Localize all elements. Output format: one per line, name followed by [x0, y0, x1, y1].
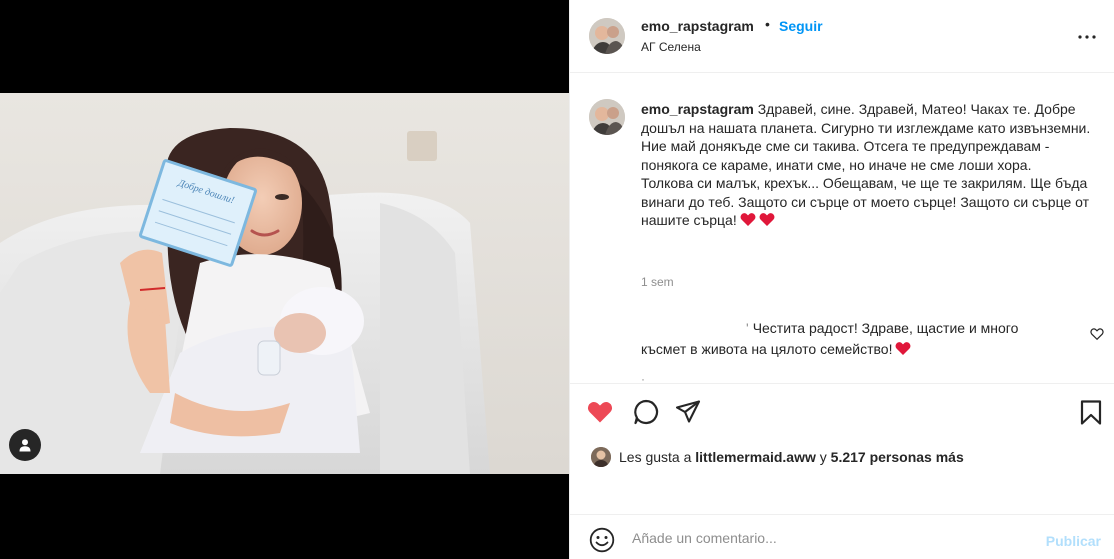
- heart-emoji-icon: [759, 213, 775, 226]
- like-button[interactable]: [586, 398, 614, 426]
- post-location[interactable]: АГ Селена: [641, 40, 701, 54]
- heart-emoji-icon: [740, 213, 756, 226]
- likes-connector: y: [819, 449, 827, 465]
- post-actions-bar: [570, 383, 1114, 439]
- comment-item: ' Честита радост! Здраве, щастие и много …: [641, 318, 1061, 360]
- share-button[interactable]: [674, 398, 702, 426]
- more-horizontal-icon: [1078, 35, 1096, 39]
- comments-section[interactable]: emo_rapstagram Здравей, сине. Здравей, М…: [570, 74, 1114, 382]
- likes-count-link[interactable]: 5.217 personas más: [831, 449, 964, 465]
- publish-button[interactable]: Publicar: [1046, 533, 1101, 549]
- post-sidebar: emo_rapstagram • Seguir АГ Селена emo_ra…: [569, 0, 1114, 559]
- post-author-username[interactable]: emo_rapstagram: [641, 18, 754, 34]
- caption-timestamp[interactable]: 1 sem: [641, 275, 674, 289]
- avatar[interactable]: [589, 18, 625, 54]
- liker-username[interactable]: littlemermaid.aww: [695, 449, 816, 465]
- user-tag-button[interactable]: [9, 429, 41, 461]
- likes-prefix: Les gusta a: [619, 449, 692, 465]
- user-tag-icon: [19, 439, 31, 452]
- comment-icon: [634, 399, 659, 425]
- save-button[interactable]: [1077, 398, 1105, 426]
- smiley-icon[interactable]: [589, 527, 615, 553]
- heart-filled-icon: [587, 401, 613, 423]
- send-icon: [675, 400, 701, 423]
- post-photo[interactable]: Добре дошли!: [0, 93, 569, 474]
- partially-hidden-comment: ·: [641, 372, 645, 382]
- add-comment-bar: Publicar: [570, 514, 1114, 559]
- likes-summary: Les gusta a littlemermaid.aww y 5.217 pe…: [591, 445, 964, 469]
- heart-outline-icon[interactable]: [1090, 327, 1104, 341]
- comment-button[interactable]: [632, 398, 660, 426]
- follow-button[interactable]: Seguir: [779, 18, 823, 34]
- heart-emoji-icon: [896, 342, 911, 355]
- caption-username[interactable]: emo_rapstagram: [641, 101, 754, 117]
- more-options-button[interactable]: [1077, 27, 1097, 47]
- liker-avatar[interactable]: [591, 447, 611, 467]
- bookmark-icon: [1080, 399, 1102, 425]
- comment-text: Честита радост! Здраве, щастие и много к…: [641, 320, 1019, 357]
- post-header: emo_rapstagram • Seguir АГ Селена: [570, 0, 1114, 73]
- caption-avatar[interactable]: [589, 99, 625, 135]
- post-media: Добре дошли!: [0, 0, 569, 559]
- separator-dot: •: [765, 16, 770, 32]
- caption-paragraph-2: Толкова си малък, крехък... Обещавам, че…: [641, 175, 1090, 228]
- comment-input[interactable]: [632, 525, 1032, 551]
- comment-author-fragment[interactable]: ': [746, 320, 749, 336]
- post-caption: emo_rapstagram Здравей, сине. Здравей, М…: [641, 100, 1101, 230]
